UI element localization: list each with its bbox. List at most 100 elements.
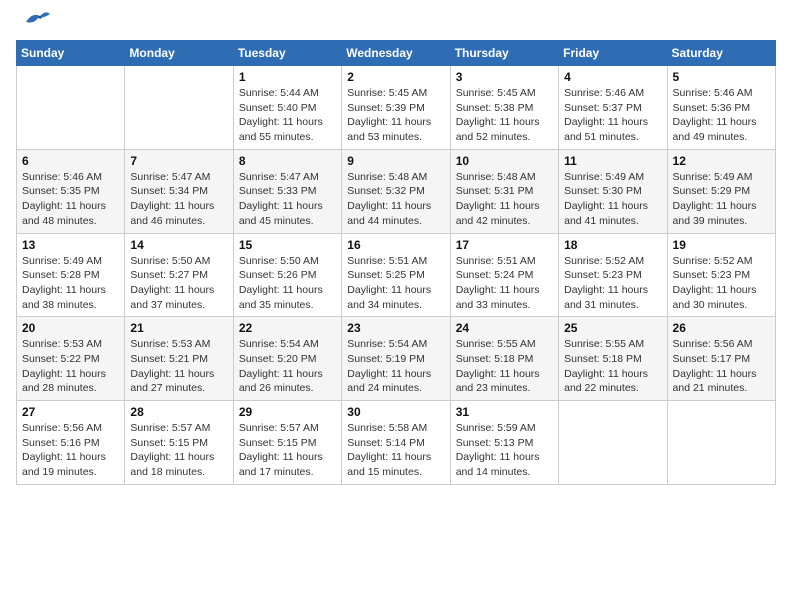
day-number: 1 [239, 70, 336, 84]
day-number: 23 [347, 321, 444, 335]
calendar-week-3: 13Sunrise: 5:49 AM Sunset: 5:28 PM Dayli… [17, 233, 776, 317]
day-number: 30 [347, 405, 444, 419]
day-number: 25 [564, 321, 661, 335]
calendar-cell: 27 Sunrise: 5:56 AM Sunset: 5:16 PM Dayli… [17, 401, 125, 485]
day-info: Sunrise: 5:45 AM Sunset: 5:39 PM Dayligh… [347, 86, 444, 145]
calendar-cell: 11 Sunrise: 5:49 AM Sunset: 5:30 PM Dayli… [559, 149, 667, 233]
calendar-cell: 6 Sunrise: 5:46 AM Sunset: 5:35 PM Daylig… [17, 149, 125, 233]
day-info: Sunrise: 5:46 AM Sunset: 5:36 PM Dayligh… [673, 86, 770, 145]
day-info: Sunrise: 5:51 AM Sunset: 5:24 PM Dayligh… [456, 254, 553, 313]
day-info: Sunrise: 5:51 AM Sunset: 5:25 PM Dayligh… [347, 254, 444, 313]
day-number: 7 [130, 154, 227, 168]
calendar-cell: 10 Sunrise: 5:48 AM Sunset: 5:31 PM Dayli… [450, 149, 558, 233]
calendar-cell: 7Sunrise: 5:47 AM Sunset: 5:34 PM Daylig… [125, 149, 233, 233]
logo-bird-icon [18, 10, 50, 32]
weekday-monday: Monday [125, 41, 233, 66]
day-info: Sunrise: 5:58 AM Sunset: 5:14 PM Dayligh… [347, 421, 444, 480]
day-info: Sunrise: 5:54 AM Sunset: 5:19 PM Dayligh… [347, 337, 444, 396]
calendar-cell: 1 Sunrise: 5:44 AM Sunset: 5:40 PM Daylig… [233, 66, 341, 150]
day-number: 8 [239, 154, 336, 168]
calendar-cell: 16 Sunrise: 5:51 AM Sunset: 5:25 PM Dayli… [342, 233, 450, 317]
day-number: 31 [456, 405, 553, 419]
day-number: 10 [456, 154, 553, 168]
weekday-sunday: Sunday [17, 41, 125, 66]
calendar-cell: 2 Sunrise: 5:45 AM Sunset: 5:39 PM Daylig… [342, 66, 450, 150]
day-info: Sunrise: 5:44 AM Sunset: 5:40 PM Dayligh… [239, 86, 336, 145]
calendar-cell: 24 Sunrise: 5:55 AM Sunset: 5:18 PM Dayli… [450, 317, 558, 401]
calendar-cell: 9 Sunrise: 5:48 AM Sunset: 5:32 PM Daylig… [342, 149, 450, 233]
calendar-cell: 25 Sunrise: 5:55 AM Sunset: 5:18 PM Dayli… [559, 317, 667, 401]
day-info: Sunrise: 5:50 AM Sunset: 5:26 PM Dayligh… [239, 254, 336, 313]
calendar-cell: 29Sunrise: 5:57 AM Sunset: 5:15 PM Dayli… [233, 401, 341, 485]
day-info: Sunrise: 5:49 AM Sunset: 5:29 PM Dayligh… [673, 170, 770, 229]
day-info: Sunrise: 5:52 AM Sunset: 5:23 PM Dayligh… [673, 254, 770, 313]
day-info: Sunrise: 5:48 AM Sunset: 5:31 PM Dayligh… [456, 170, 553, 229]
calendar-cell [17, 66, 125, 150]
calendar-cell [125, 66, 233, 150]
day-number: 19 [673, 238, 770, 252]
day-number: 24 [456, 321, 553, 335]
day-info: Sunrise: 5:52 AM Sunset: 5:23 PM Dayligh… [564, 254, 661, 313]
day-info: Sunrise: 5:48 AM Sunset: 5:32 PM Dayligh… [347, 170, 444, 229]
day-number: 11 [564, 154, 661, 168]
calendar-cell: 14Sunrise: 5:50 AM Sunset: 5:27 PM Dayli… [125, 233, 233, 317]
logo [16, 16, 50, 30]
calendar-cell: 17 Sunrise: 5:51 AM Sunset: 5:24 PM Dayli… [450, 233, 558, 317]
day-number: 16 [347, 238, 444, 252]
day-info: Sunrise: 5:55 AM Sunset: 5:18 PM Dayligh… [456, 337, 553, 396]
calendar-cell: 5 Sunrise: 5:46 AM Sunset: 5:36 PM Daylig… [667, 66, 775, 150]
calendar-cell: 19 Sunrise: 5:52 AM Sunset: 5:23 PM Dayli… [667, 233, 775, 317]
calendar-cell: 30 Sunrise: 5:58 AM Sunset: 5:14 PM Dayli… [342, 401, 450, 485]
day-number: 21 [130, 321, 227, 335]
calendar-cell [559, 401, 667, 485]
weekday-tuesday: Tuesday [233, 41, 341, 66]
day-number: 9 [347, 154, 444, 168]
day-info: Sunrise: 5:53 AM Sunset: 5:22 PM Dayligh… [22, 337, 119, 396]
day-number: 3 [456, 70, 553, 84]
day-number: 28 [130, 405, 227, 419]
day-info: Sunrise: 5:49 AM Sunset: 5:28 PM Dayligh… [22, 254, 119, 313]
day-info: Sunrise: 5:46 AM Sunset: 5:35 PM Dayligh… [22, 170, 119, 229]
calendar-cell [667, 401, 775, 485]
calendar-week-2: 6 Sunrise: 5:46 AM Sunset: 5:35 PM Daylig… [17, 149, 776, 233]
page-header [16, 16, 776, 30]
calendar-cell: 22Sunrise: 5:54 AM Sunset: 5:20 PM Dayli… [233, 317, 341, 401]
day-number: 26 [673, 321, 770, 335]
weekday-thursday: Thursday [450, 41, 558, 66]
calendar-cell: 21Sunrise: 5:53 AM Sunset: 5:21 PM Dayli… [125, 317, 233, 401]
calendar-week-4: 20 Sunrise: 5:53 AM Sunset: 5:22 PM Dayli… [17, 317, 776, 401]
calendar-cell: 3 Sunrise: 5:45 AM Sunset: 5:38 PM Daylig… [450, 66, 558, 150]
day-number: 20 [22, 321, 119, 335]
day-info: Sunrise: 5:59 AM Sunset: 5:13 PM Dayligh… [456, 421, 553, 480]
day-info: Sunrise: 5:47 AM Sunset: 5:33 PM Dayligh… [239, 170, 336, 229]
calendar-cell: 15Sunrise: 5:50 AM Sunset: 5:26 PM Dayli… [233, 233, 341, 317]
calendar-table: SundayMondayTuesdayWednesdayThursdayFrid… [16, 40, 776, 485]
calendar-cell: 12 Sunrise: 5:49 AM Sunset: 5:29 PM Dayli… [667, 149, 775, 233]
weekday-saturday: Saturday [667, 41, 775, 66]
calendar-cell: 18 Sunrise: 5:52 AM Sunset: 5:23 PM Dayli… [559, 233, 667, 317]
day-number: 29 [239, 405, 336, 419]
day-number: 12 [673, 154, 770, 168]
day-number: 27 [22, 405, 119, 419]
day-info: Sunrise: 5:45 AM Sunset: 5:38 PM Dayligh… [456, 86, 553, 145]
calendar-week-5: 27 Sunrise: 5:56 AM Sunset: 5:16 PM Dayli… [17, 401, 776, 485]
calendar-cell: 23 Sunrise: 5:54 AM Sunset: 5:19 PM Dayli… [342, 317, 450, 401]
day-number: 14 [130, 238, 227, 252]
day-number: 17 [456, 238, 553, 252]
day-info: Sunrise: 5:56 AM Sunset: 5:16 PM Dayligh… [22, 421, 119, 480]
day-number: 5 [673, 70, 770, 84]
calendar-cell: 26Sunrise: 5:56 AM Sunset: 5:17 PM Dayli… [667, 317, 775, 401]
day-number: 6 [22, 154, 119, 168]
calendar-week-1: 1 Sunrise: 5:44 AM Sunset: 5:40 PM Daylig… [17, 66, 776, 150]
day-number: 22 [239, 321, 336, 335]
day-info: Sunrise: 5:57 AM Sunset: 5:15 PM Dayligh… [130, 421, 227, 480]
day-number: 18 [564, 238, 661, 252]
weekday-header-row: SundayMondayTuesdayWednesdayThursdayFrid… [17, 41, 776, 66]
day-number: 2 [347, 70, 444, 84]
calendar-cell: 13Sunrise: 5:49 AM Sunset: 5:28 PM Dayli… [17, 233, 125, 317]
day-info: Sunrise: 5:49 AM Sunset: 5:30 PM Dayligh… [564, 170, 661, 229]
calendar-cell: 4Sunrise: 5:46 AM Sunset: 5:37 PM Daylig… [559, 66, 667, 150]
calendar-cell: 8 Sunrise: 5:47 AM Sunset: 5:33 PM Daylig… [233, 149, 341, 233]
day-info: Sunrise: 5:55 AM Sunset: 5:18 PM Dayligh… [564, 337, 661, 396]
calendar-cell: 31 Sunrise: 5:59 AM Sunset: 5:13 PM Dayli… [450, 401, 558, 485]
